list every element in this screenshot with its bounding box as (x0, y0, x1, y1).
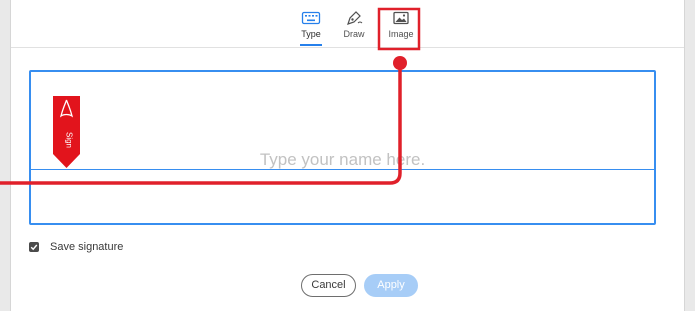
checkmark-icon (30, 244, 38, 251)
signature-baseline (31, 169, 654, 170)
save-signature-label: Save signature (50, 241, 124, 253)
tab-draw[interactable]: Draw (343, 10, 365, 46)
tab-image-label: Image (388, 29, 414, 39)
keyboard-icon (301, 11, 321, 25)
apply-button[interactable]: Apply (364, 274, 418, 297)
image-icon (393, 11, 409, 25)
save-signature-option[interactable]: Save signature (29, 240, 123, 254)
name-placeholder: Type your name here. (259, 150, 426, 169)
tab-type-label: Type (301, 29, 321, 39)
tab-image[interactable]: Image (386, 10, 416, 46)
tab-type[interactable]: Type (300, 10, 322, 46)
sign-badge-text: Sign (65, 132, 74, 148)
pen-nib-icon (347, 11, 363, 25)
signature-mode-tabs: Type Draw Image (11, 0, 684, 48)
tab-draw-label: Draw (343, 29, 365, 39)
signature-input-area[interactable]: Sign Type your name here. (29, 70, 656, 225)
signature-dialog: Type Draw Image Sign Type your name here… (10, 0, 685, 311)
active-tab-indicator (300, 44, 322, 46)
cancel-button[interactable]: Cancel (301, 274, 356, 297)
save-signature-checkbox[interactable] (29, 242, 39, 252)
